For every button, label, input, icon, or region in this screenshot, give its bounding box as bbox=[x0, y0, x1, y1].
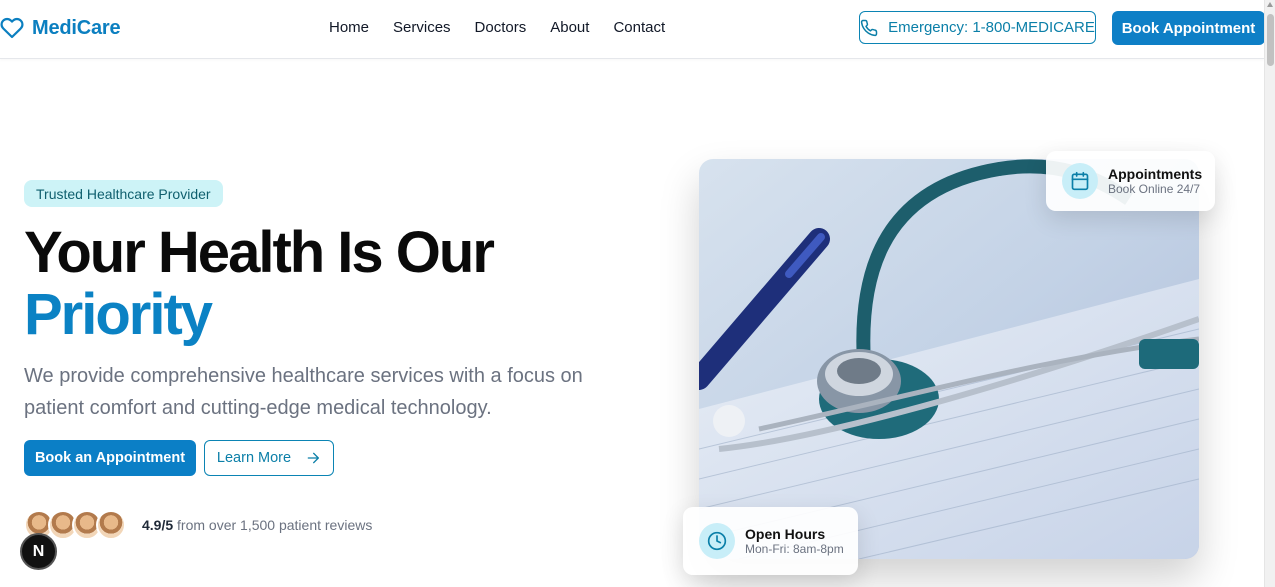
learn-more-label: Learn More bbox=[216, 450, 292, 466]
open-hours-title: Open Hours bbox=[745, 526, 826, 542]
emergency-button[interactable]: Emergency: 1-800-MEDICARE bbox=[859, 11, 1096, 44]
scroll-up-arrow-icon[interactable] bbox=[1267, 2, 1273, 7]
nav-link-doctors[interactable]: Doctors bbox=[475, 19, 527, 36]
brand-name: MediCare bbox=[32, 16, 121, 39]
nav-link-services[interactable]: Services bbox=[393, 19, 451, 36]
appointments-sub: Book Online 24/7 bbox=[1108, 182, 1201, 196]
logo[interactable]: MediCare bbox=[0, 16, 121, 40]
nav-link-home[interactable]: Home bbox=[329, 19, 369, 36]
open-hours-sub: Mon-Fri: 8am-8pm bbox=[745, 542, 844, 556]
hero-headline: Your Health Is Our Priority bbox=[24, 220, 495, 347]
headline-line-1: Your Health Is Our bbox=[24, 220, 495, 285]
scrollbar-thumb[interactable] bbox=[1267, 14, 1274, 66]
open-hours-card: Open Hours Mon-Fri: 8am-8pm bbox=[683, 507, 858, 575]
rating-score: 4.9/5 bbox=[142, 517, 174, 533]
arrow-right-icon bbox=[307, 452, 320, 464]
appointments-card[interactable]: Appointments Book Online 24/7 bbox=[1046, 151, 1215, 211]
calendar-icon bbox=[1062, 163, 1098, 199]
book-appointment-button[interactable]: Book Appointment bbox=[1112, 11, 1265, 45]
dev-tools-badge[interactable]: N bbox=[20, 533, 57, 570]
appointments-title: Appointments bbox=[1108, 166, 1203, 182]
rating-suffix: from over 1,500 patient reviews bbox=[177, 517, 373, 533]
rating-text: 4.9/5 from over 1,500 patient reviews bbox=[142, 517, 372, 533]
clock-icon bbox=[699, 523, 735, 559]
avatar bbox=[96, 510, 126, 540]
heart-icon bbox=[0, 17, 24, 39]
scrollbar[interactable] bbox=[1264, 0, 1275, 587]
reviews-summary: 4.9/5 from over 1,500 patient reviews bbox=[24, 510, 372, 540]
navbar: MediCare Home Services Doctors About Con… bbox=[0, 0, 1265, 59]
emergency-label: Emergency: 1-800-MEDICARE bbox=[888, 19, 1095, 36]
hero-image bbox=[699, 159, 1199, 559]
phone-icon bbox=[860, 19, 878, 36]
nav-link-about[interactable]: About bbox=[550, 19, 589, 36]
hero-subtext: We provide comprehensive healthcare serv… bbox=[24, 365, 583, 419]
nav-link-contact[interactable]: Contact bbox=[613, 19, 665, 36]
learn-more-button[interactable]: Learn More bbox=[204, 440, 334, 476]
trusted-badge: Trusted Healthcare Provider bbox=[24, 180, 223, 207]
stethoscope-image bbox=[699, 159, 1199, 559]
main-nav: Home Services Doctors About Contact bbox=[329, 19, 665, 36]
book-an-appointment-button[interactable]: Book an Appointment bbox=[24, 440, 196, 476]
headline-accent: Priority bbox=[24, 282, 213, 347]
